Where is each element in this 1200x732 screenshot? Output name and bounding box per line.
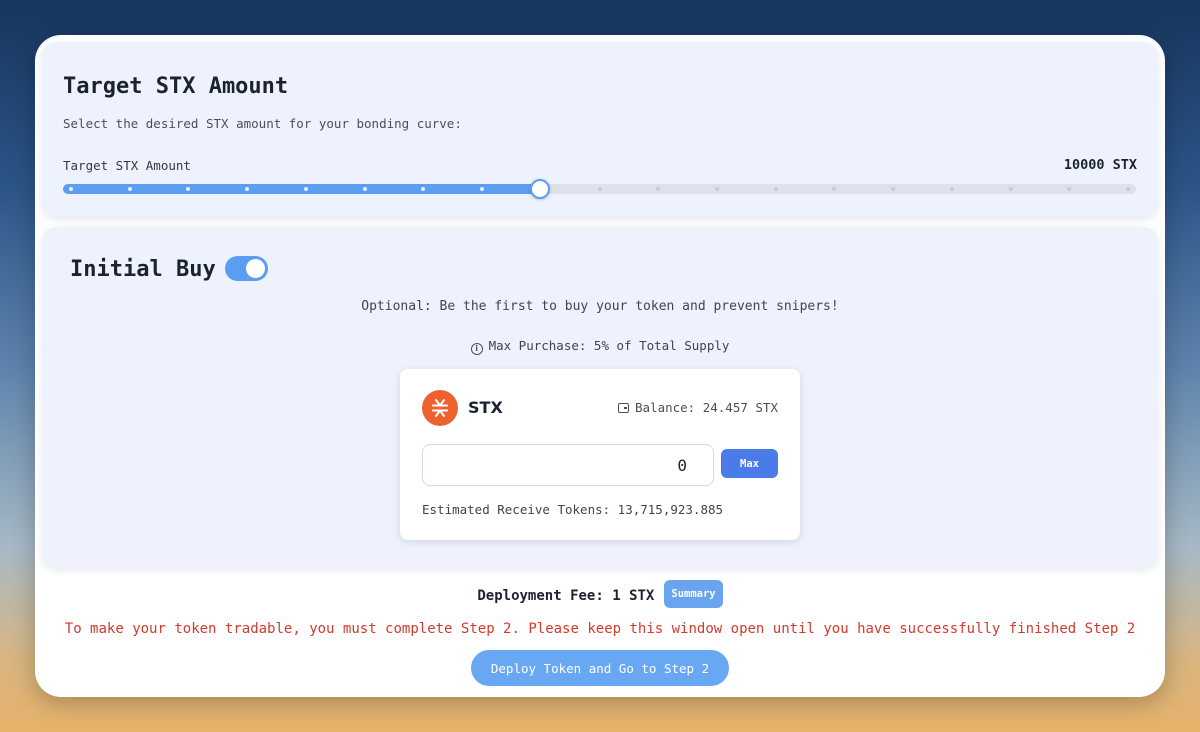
- stx-logo-icon: [422, 390, 458, 426]
- initial-buy-toggle[interactable]: [225, 256, 268, 281]
- slider-tick: [303, 187, 308, 191]
- slider-value: 10000 STX: [1063, 157, 1137, 173]
- slider-tick: [773, 187, 778, 191]
- initial-buy-title: Initial Buy: [70, 257, 216, 282]
- slider-tick: [714, 187, 719, 191]
- deployment-fee-text: Deployment Fee: 1 STX: [477, 588, 655, 604]
- estimated-receive-tokens: Estimated Receive Tokens: 13,715,923.885: [422, 502, 724, 517]
- max-purchase-text: Max Purchase: 5% of Total Supply: [488, 338, 730, 353]
- deploy-button[interactable]: Deploy Token and Go to Step 2: [471, 650, 729, 686]
- slider-tick: [656, 187, 661, 191]
- slider-tick: [1126, 187, 1130, 191]
- slider-tick: [127, 187, 132, 191]
- slider-tick: [362, 187, 367, 191]
- amount-input[interactable]: [422, 444, 714, 486]
- deployment-fee: Deployment Fee: 1 STX Summary: [35, 580, 1165, 610]
- balance-text: Balance: 24.457 STX: [635, 400, 778, 415]
- slider-fill: [63, 184, 540, 194]
- target-title: Target STX Amount: [63, 74, 289, 99]
- toggle-knob: [246, 259, 265, 278]
- buy-box: STX Balance: 24.457 STX Max Estimated Re…: [400, 369, 800, 540]
- target-stx-panel: Target STX Amount Select the desired STX…: [42, 42, 1158, 216]
- wallet-icon: [618, 403, 629, 413]
- target-subtitle: Select the desired STX amount for your b…: [63, 116, 462, 131]
- slider-tick: [597, 187, 602, 191]
- slider-thumb[interactable]: [530, 179, 550, 199]
- slider-tick: [832, 187, 837, 191]
- slider-tick: [1008, 187, 1013, 191]
- summary-button[interactable]: Summary: [664, 580, 723, 608]
- slider-label: Target STX Amount: [63, 158, 191, 173]
- balance: Balance: 24.457 STX: [618, 400, 778, 415]
- max-button[interactable]: Max: [721, 449, 778, 478]
- slider-tick: [949, 187, 954, 191]
- token-symbol: STX: [468, 398, 503, 417]
- deploy-card: Target STX Amount Select the desired STX…: [35, 35, 1165, 697]
- slider-tick: [69, 187, 73, 191]
- info-icon: i: [470, 343, 483, 355]
- slider-tick: [891, 187, 896, 191]
- step2-warning: To make your token tradable, you must co…: [64, 621, 1136, 637]
- optional-text: Optional: Be the first to buy your token…: [361, 299, 839, 314]
- target-amount-slider[interactable]: [63, 179, 1136, 199]
- slider-tick: [1067, 187, 1072, 191]
- max-purchase-note: i Max Purchase: 5% of Total Supply: [42, 338, 1158, 355]
- initial-buy-panel: Initial Buy Optional: Be the first to bu…: [42, 227, 1158, 567]
